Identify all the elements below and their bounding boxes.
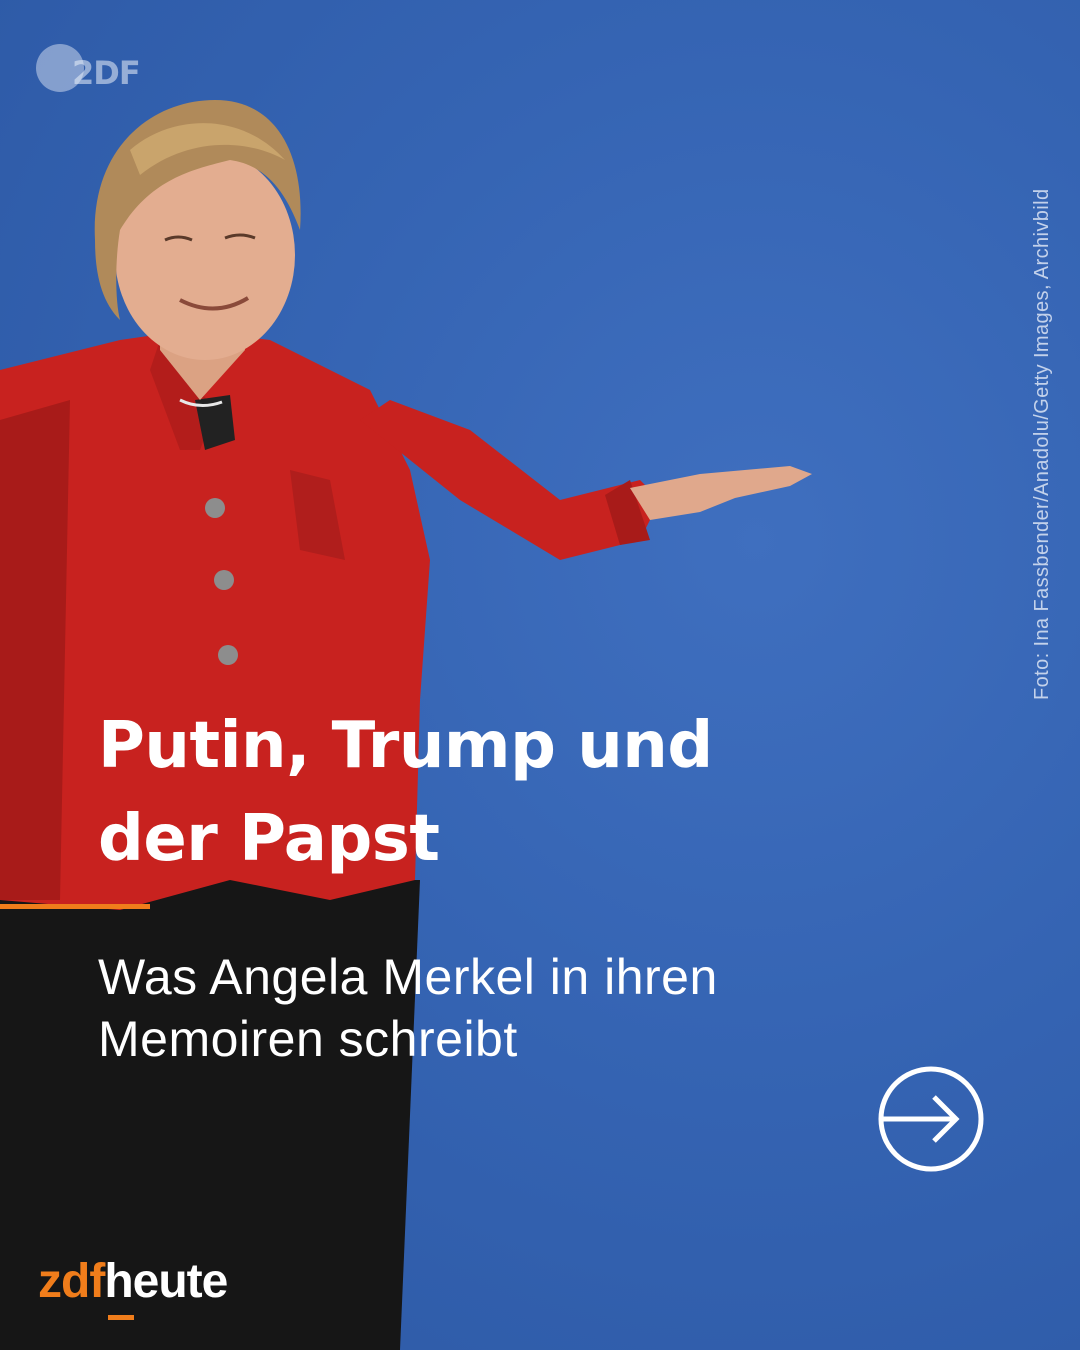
logo-heute-label: heute — [104, 1255, 228, 1308]
logo-underline — [108, 1315, 135, 1320]
subheadline-line-1: Was Angela Merkel in ihren — [98, 949, 718, 1005]
logo-zdf-text: zdf — [38, 1255, 105, 1308]
subheadline-line-2: Memoiren schreibt — [98, 1011, 518, 1067]
photo-credit: Foto: Ina Fassbender/Anadolu/Getty Image… — [1031, 188, 1053, 700]
arrow-right-circle-icon[interactable] — [876, 1064, 986, 1174]
accent-divider — [0, 904, 150, 909]
logo-heute-text: heute — [104, 1255, 228, 1320]
zdfheute-logo[interactable]: zdfheute — [38, 1254, 228, 1320]
headline-line-2: der Papst — [98, 802, 440, 876]
headline: Putin, Trump und der Papst — [98, 700, 858, 886]
subheadline: Was Angela Merkel in ihren Memoiren schr… — [98, 946, 918, 1070]
headline-line-1: Putin, Trump und — [98, 709, 713, 783]
post-card: 2DF Foto: Ina Fassbender/Anadolu/Getty I… — [0, 0, 1080, 1350]
zdf-watermark-text: 2DF — [72, 54, 141, 92]
